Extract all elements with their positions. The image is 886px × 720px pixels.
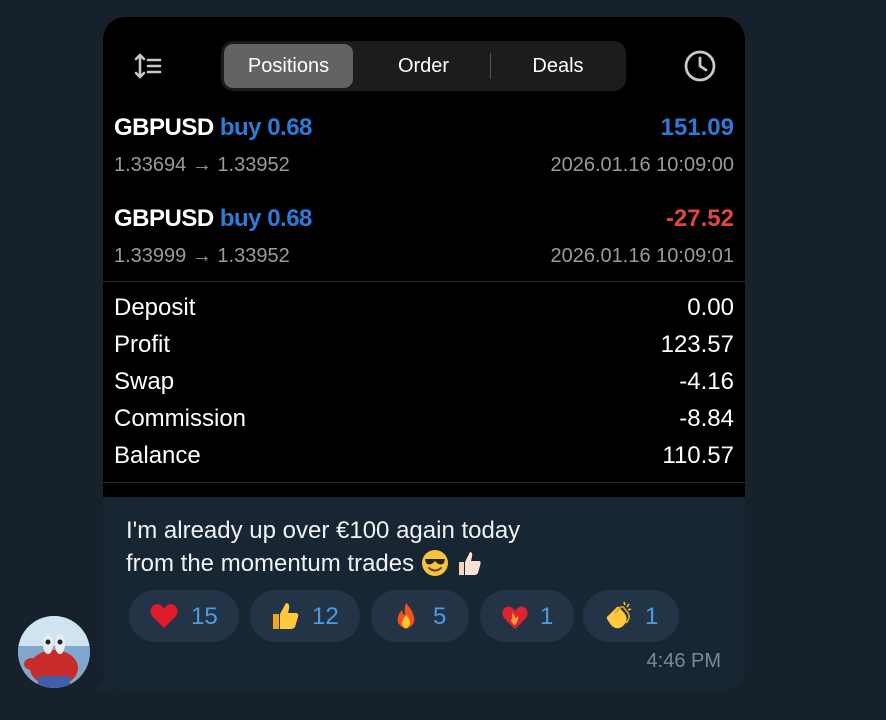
fire-icon: [397, 603, 415, 629]
tab-order[interactable]: Order: [361, 44, 486, 88]
position-side: buy 0.68: [219, 114, 313, 141]
message-line: I'm already up over €100 again today: [126, 517, 521, 544]
clapping-hands-icon: [606, 601, 632, 629]
reaction-count: 15: [191, 603, 218, 630]
reaction-count: 5: [433, 603, 447, 630]
summary-row-profit: Profit 123.57: [114, 331, 734, 368]
summary-label: Profit: [114, 331, 171, 358]
position-row[interactable]: GBPUSD buy 0.68 -27.52 1.33999 → 1.33952…: [114, 205, 734, 285]
reaction-count: 1: [540, 603, 554, 630]
sender-avatar[interactable]: [18, 616, 90, 688]
tab-deals[interactable]: Deals: [493, 44, 623, 88]
position-prices: 1.33999 → 1.33952: [114, 245, 290, 267]
segmented-control: Positions Order Deals: [221, 41, 626, 91]
position-symbol: GBPUSD buy 0.68: [114, 114, 313, 141]
tab-positions[interactable]: Positions: [224, 44, 353, 88]
summary-value: 110.57: [662, 442, 734, 469]
red-heart-icon: [150, 604, 178, 628]
thumbs-up-icon: [273, 603, 299, 629]
crab-avatar-image: [18, 616, 90, 688]
position-profit: -27.52: [665, 205, 734, 232]
message-line-2: from the momentum trades: [126, 547, 686, 580]
thumbs-up-emoji: [459, 552, 482, 575]
summary-value: -4.16: [679, 368, 734, 395]
reaction-count: 1: [645, 603, 659, 630]
reaction-fire[interactable]: 5: [371, 590, 469, 642]
summary-label: Deposit: [114, 294, 196, 321]
reaction-heart-on-fire[interactable]: 1: [480, 590, 574, 642]
position-symbol: GBPUSD buy 0.68: [114, 205, 313, 232]
reaction-thumbs-up[interactable]: 12: [250, 590, 360, 642]
summary-value: 123.57: [660, 331, 734, 358]
divider: [103, 482, 745, 483]
clock-icon[interactable]: [683, 49, 717, 83]
sort-icon[interactable]: [133, 51, 163, 81]
summary-label: Swap: [114, 368, 175, 395]
position-side: buy 0.68: [219, 205, 313, 232]
summary-row-deposit: Deposit 0.00: [114, 294, 734, 331]
message-bubble[interactable]: Positions Order Deals GBPUSD buy 0.68 15…: [103, 17, 745, 690]
position-profit: 151.09: [660, 114, 734, 141]
reaction-clapping-hands[interactable]: 1: [583, 590, 679, 642]
reaction-count: 12: [312, 603, 339, 630]
summary-row-swap: Swap -4.16: [114, 368, 734, 405]
position-time: 2026.01.16 10:09:00: [550, 154, 734, 176]
message-timestamp: 4:46 PM: [646, 650, 721, 672]
tab-separator: [490, 53, 491, 79]
heart-on-fire-icon: [502, 606, 528, 629]
position-row[interactable]: GBPUSD buy 0.68 151.09 1.33694 → 1.33952…: [114, 114, 734, 194]
message-text: I'm already up over €100 again today fro…: [126, 514, 686, 580]
divider: [103, 281, 745, 282]
trading-screenshot[interactable]: Positions Order Deals GBPUSD buy 0.68 15…: [103, 17, 745, 497]
summary-row-balance: Balance 110.57: [114, 442, 734, 479]
summary-label: Commission: [114, 405, 247, 432]
summary-value: 0.00: [687, 294, 734, 321]
summary-row-commission: Commission -8.84: [114, 405, 734, 442]
summary-value: -8.84: [679, 405, 734, 432]
summary-label: Balance: [114, 442, 201, 469]
reaction-red-heart[interactable]: 15: [129, 590, 239, 642]
position-time: 2026.01.16 10:09:01: [550, 245, 734, 267]
position-prices: 1.33694 → 1.33952: [114, 154, 290, 176]
sunglasses-face-emoji: [421, 550, 448, 576]
